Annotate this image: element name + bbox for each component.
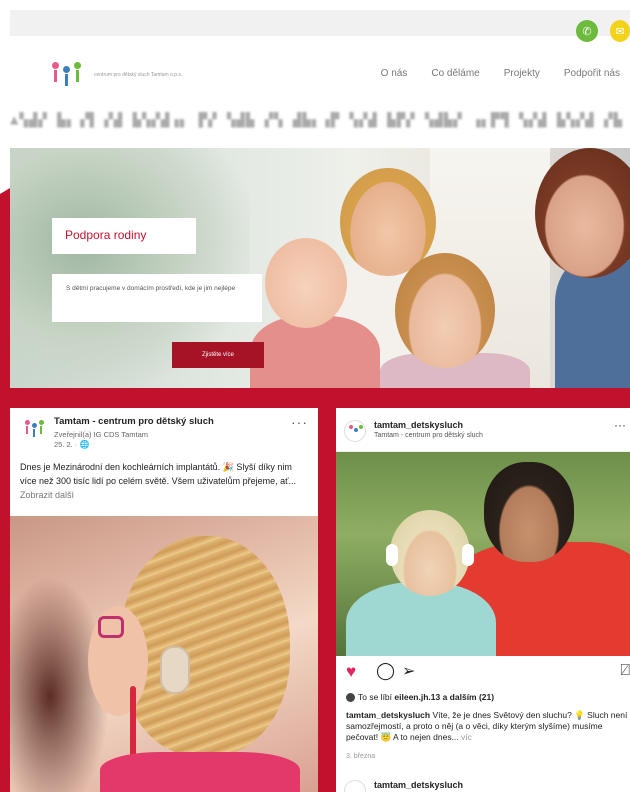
hearing-device-left [386, 544, 398, 566]
menu-item-projekty[interactable]: Projekty [504, 68, 540, 79]
man-head [484, 462, 574, 562]
menu-item-podporit-nas[interactable]: Podpořit nás [564, 68, 620, 79]
facebook-post-header: Tamtam - centrum pro dětský sluch Zveřej… [10, 408, 318, 454]
liker-avatar [346, 693, 355, 703]
post-caption: tamtam_detskysluch Víte, že je dnes Svět… [346, 710, 630, 743]
hero-banner: Podpora rodiny S dětmi pracujeme v domác… [10, 148, 630, 388]
facebook-post: Tamtam - centrum pro dětský sluch Zveřej… [10, 408, 318, 792]
post-text-body: Dnes je Mezinárodní den kochleárních imp… [20, 462, 296, 486]
hearing-device-right [462, 544, 474, 566]
main-menu: O nás Co děláme Projekty Podpořit nás [381, 68, 620, 79]
see-more-link[interactable]: Zobrazit další [20, 490, 74, 500]
decorative-pattern: ▲▚▟▞ ▙▖▗▜ ▞▟ ▙▚▞▟▗▖ ▛▞ ▚▟▙ ▞▚ ▟▙▖▗▛ ▚▞▟ … [10, 112, 630, 128]
more-options-icon[interactable]: ··· [291, 414, 308, 430]
globe-icon: 🌐 [79, 440, 90, 449]
hero-baby-face [265, 238, 347, 328]
logo-icon [50, 62, 84, 88]
comment-icon[interactable]: ◯ [376, 661, 395, 681]
post-date-text: 25. 2. · [54, 440, 78, 449]
more-options-icon[interactable]: ··· [614, 418, 626, 432]
caption-more-link[interactable]: víc [459, 732, 472, 742]
post-date: 3. března [346, 753, 376, 760]
website-nav: centrum pro dětský sluch Tamtam o.p.s. O… [10, 48, 630, 98]
contact-icons: ✆ ✉ [576, 20, 630, 42]
published-by: Zveřejnil(a) IG CDS Tamtam [54, 430, 149, 439]
hero-text-box: S dětmi pracujeme v domácím prostředí, k… [52, 274, 262, 322]
menu-item-o-nas[interactable]: O nás [381, 68, 408, 79]
mail-icon[interactable]: ✉ [610, 20, 630, 42]
post-date[interactable]: 25. 2. · 🌐 [54, 440, 89, 449]
next-post-avatar[interactable] [344, 780, 366, 792]
logo[interactable]: centrum pro dětský sluch Tamtam o.p.s. [50, 62, 189, 88]
instagram-post: tamtam_detskysluch Tamtam - centrum pro … [336, 408, 630, 792]
hero-title-box: Podpora rodiny [52, 218, 196, 254]
post-photo[interactable] [336, 452, 630, 656]
phone-icon[interactable]: ✆ [576, 20, 598, 42]
hero-text: S dětmi pracujeme v domácím prostředí, k… [66, 285, 236, 292]
likes-line[interactable]: To se líbí eileen.jh.13 a dalším (21) [346, 692, 495, 703]
next-post-username[interactable]: tamtam_detskysluch [374, 780, 463, 790]
likes-count[interactable]: a dalším (21) [440, 692, 495, 702]
logo-text: centrum pro dětský sluch Tamtam o.p.s. [94, 71, 183, 78]
post-text: Dnes je Mezinárodní den kochleárních imp… [10, 454, 318, 514]
heart-icon[interactable]: ♥ [346, 662, 356, 682]
menu-item-co-delame[interactable]: Co děláme [431, 68, 479, 79]
profile-avatar[interactable] [344, 420, 366, 442]
hero-girl-face [395, 253, 495, 368]
girl-glasses [98, 616, 124, 638]
girl-shirt [100, 752, 300, 792]
caption-username[interactable]: tamtam_detskysluch [346, 710, 430, 720]
cochlear-implant [160, 646, 190, 694]
website-top-bar [10, 10, 630, 36]
page-name[interactable]: Tamtam - centrum pro dětský sluch [54, 416, 214, 427]
hero-button[interactable]: Zjistěte více [172, 342, 264, 368]
baby-head [390, 510, 470, 596]
likes-user[interactable]: eileen.jh.13 [394, 692, 440, 702]
share-icon[interactable]: ➢ [402, 661, 415, 681]
post-photo[interactable] [10, 516, 318, 792]
bookmark-icon[interactable]: ⍁ [620, 662, 630, 680]
profile-username[interactable]: tamtam_detskysluch [374, 420, 463, 430]
page-avatar[interactable] [22, 418, 46, 442]
likes-prefix: To se líbí [358, 692, 395, 702]
post-actions: ♥ ◯ ➢ ⍁ [336, 660, 630, 684]
profile-subtitle: Tamtam - centrum pro dětský sluch [374, 432, 483, 439]
hero-title: Podpora rodiny [65, 228, 147, 242]
instagram-post-header: tamtam_detskysluch Tamtam - centrum pro … [336, 408, 630, 452]
